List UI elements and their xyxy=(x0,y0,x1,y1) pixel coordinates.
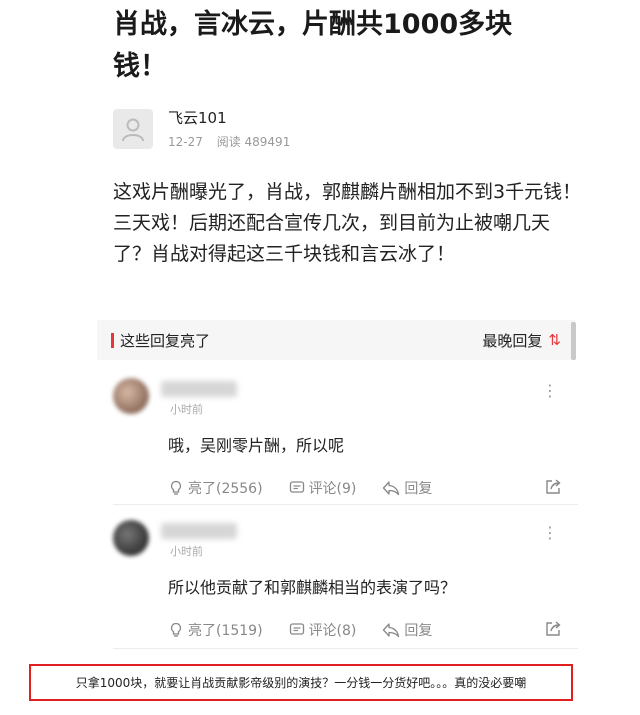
reply-button[interactable]: 回复 xyxy=(382,478,432,498)
comment-count-label: 评论(9) xyxy=(308,481,357,497)
share-button[interactable] xyxy=(544,478,562,500)
article-title: 肖战，言冰云，片酬共1000多块钱！ xyxy=(113,9,513,82)
like-label: 亮了(1519) xyxy=(188,623,263,639)
read-count: 阅读 489491 xyxy=(216,135,291,149)
commenter-avatar[interactable] xyxy=(113,378,149,414)
comment-time: 小时前 xyxy=(170,403,203,416)
sort-icon: ⇅ xyxy=(548,331,561,349)
comment-icon xyxy=(289,481,304,493)
divider xyxy=(113,504,578,505)
scrollbar[interactable] xyxy=(571,322,576,360)
annotation-text: 只拿1000块，就要让肖战贡献影帝级别的演技？一分钱一分货好吧。。。真的没必要嘲 xyxy=(75,676,527,690)
like-button[interactable]: 亮了(1519) xyxy=(168,620,263,640)
reply-button[interactable]: 回复 xyxy=(382,620,432,640)
annotation-box: 只拿1000块，就要让肖战贡献影帝级别的演技？一分钱一分货好吧。。。真的没必要嘲 xyxy=(29,664,573,701)
replies-header: 这些回复亮了 最晚回复 ⇅ xyxy=(97,320,575,360)
user-icon xyxy=(122,118,144,142)
author-avatar[interactable] xyxy=(113,109,153,149)
share-icon xyxy=(546,621,561,636)
share-button[interactable] xyxy=(544,620,562,642)
reply-label: 回复 xyxy=(404,623,433,639)
like-button[interactable]: 亮了(2556) xyxy=(168,478,263,498)
replies-header-label: 这些回复亮了 xyxy=(120,331,211,350)
author-name[interactable]: 飞云101 xyxy=(168,108,300,128)
share-icon xyxy=(546,479,561,494)
comment-item: 小时前 ⋮ 哦，吴刚零片酬，所以呢 亮了(2556) 评论(9) 回复 xyxy=(113,378,578,498)
reply-icon xyxy=(383,481,400,496)
sort-button[interactable]: 最晚回复 ⇅ xyxy=(482,330,561,351)
more-icon[interactable]: ⋮ xyxy=(542,383,558,399)
like-label: 亮了(2556) xyxy=(188,481,263,497)
comment-button[interactable]: 评论(9) xyxy=(289,478,357,498)
article-body: 这戏片酬曝光了，肖战，郭麒麟片酬相加不到3千元钱！三天戏！后期还配合宣传几次，到… xyxy=(113,181,582,265)
comment-count-label: 评论(8) xyxy=(308,623,357,639)
comment-icon xyxy=(289,623,304,635)
sort-label: 最晚回复 xyxy=(482,331,543,350)
reply-icon xyxy=(383,623,400,638)
lightbulb-icon xyxy=(170,480,182,495)
divider xyxy=(113,648,578,649)
section-marker xyxy=(111,332,114,348)
publish-date: 12-27 xyxy=(168,135,203,149)
commenter-name-blurred xyxy=(161,381,237,397)
comment-item: 小时前 ⋮ 所以他贡献了和郭麒麟相当的表演了吗？ 亮了(1519) 评论(8) … xyxy=(113,520,578,640)
author-block[interactable]: 飞云101 12-27 阅读 489491 xyxy=(113,108,300,150)
more-icon[interactable]: ⋮ xyxy=(542,525,558,541)
reply-label: 回复 xyxy=(404,481,433,497)
commenter-avatar[interactable] xyxy=(113,520,149,556)
commenter-name-blurred xyxy=(161,523,237,539)
comment-button[interactable]: 评论(8) xyxy=(289,620,357,640)
comment-text: 所以他贡献了和郭麒麟相当的表演了吗？ xyxy=(168,578,457,597)
comment-time: 小时前 xyxy=(170,545,203,558)
comment-text: 哦，吴刚零片酬，所以呢 xyxy=(168,436,345,455)
lightbulb-icon xyxy=(170,622,182,637)
